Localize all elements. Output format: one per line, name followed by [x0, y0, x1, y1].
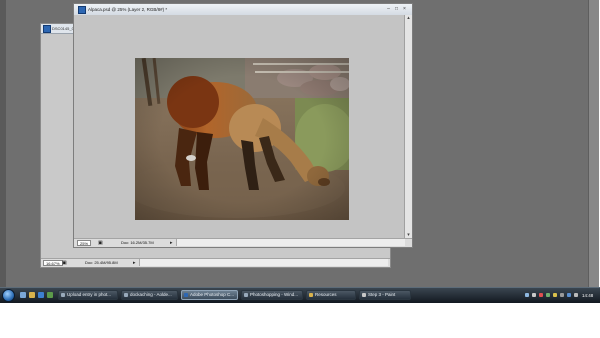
network-icon[interactable] — [525, 293, 529, 297]
document-info-icon[interactable]: ▣ — [98, 240, 103, 246]
taskbar-item-label: Step 3 - Paint — [368, 292, 396, 297]
minimize-button[interactable]: – — [385, 6, 392, 12]
tray-app-icon[interactable] — [560, 293, 564, 297]
taskbar-item-resources[interactable]: Resources — [306, 290, 356, 300]
window-icon — [124, 293, 128, 297]
zoom-field[interactable]: 25% — [77, 240, 92, 246]
alpaca-document-statusbar: 25% ▣ Doc: 16.2M/35.7M ▸ — [74, 238, 412, 247]
taskbar-item-label: Photoshopping - Wind... — [250, 292, 299, 297]
taskbar-clock[interactable]: 14:48 — [582, 288, 593, 303]
tray-app-icon[interactable] — [546, 293, 550, 297]
tray-app-icon[interactable] — [553, 293, 557, 297]
taskbar-item-photoshop[interactable]: Adobe Photoshop C... — [181, 290, 238, 300]
photoshop-document-icon — [43, 25, 51, 33]
explorer-icon[interactable] — [29, 292, 35, 298]
photoshop-icon — [184, 293, 188, 297]
document-info-icon[interactable]: ▣ — [62, 260, 67, 266]
media-icon[interactable] — [47, 292, 53, 298]
maximize-button[interactable]: □ — [393, 6, 400, 12]
background-horizontal-scrollbar[interactable] — [139, 259, 388, 266]
alpaca-photo-image — [135, 58, 349, 220]
taskbar-item-dockaching[interactable]: dockaching - Aolde... — [121, 290, 178, 300]
close-button[interactable]: × — [401, 6, 408, 12]
doc-info: Doc: 16.2M/35.7M — [121, 240, 154, 245]
status-menu-arrow-icon[interactable]: ▸ — [170, 240, 173, 246]
paint-icon — [362, 293, 366, 297]
taskbar-item-label: Upload entry in phot... — [67, 292, 112, 297]
tray-app-icon[interactable] — [567, 293, 571, 297]
horizontal-scrollbar[interactable] — [176, 239, 405, 246]
vertical-scrollbar[interactable]: ▴ ▾ — [404, 15, 412, 239]
taskbar-item-paint[interactable]: Step 3 - Paint — [359, 290, 411, 300]
taskbar-item-label: Adobe Photoshop C... — [190, 292, 235, 297]
taskbar-item-upload-entry[interactable]: Upload entry in phot... — [58, 290, 118, 300]
volume-icon[interactable] — [532, 293, 536, 297]
security-icon[interactable] — [539, 293, 543, 297]
background-doc-info: Doc: 25.4M/95.8M — [85, 260, 118, 265]
workspace-left-edge — [0, 0, 6, 287]
taskbar-item-label: dockaching - Aolde... — [130, 292, 172, 297]
alpaca-photo[interactable] — [135, 58, 349, 220]
show-desktop-icon[interactable] — [20, 292, 26, 298]
scroll-up-icon[interactable]: ▴ — [405, 15, 412, 22]
folder-icon — [244, 293, 248, 297]
taskbar-item-label: Resources — [315, 292, 337, 297]
photoshop-document-icon — [78, 6, 86, 14]
alpaca-document-title: Alpaca.psd @ 25% (Layer 2, RGB/8#) * — [88, 7, 168, 12]
alpaca-document-window[interactable]: Alpaca.psd @ 25% (Layer 2, RGB/8#) * – □… — [73, 3, 413, 248]
tray-app-icon[interactable] — [574, 293, 578, 297]
firefox-icon — [61, 293, 65, 297]
browser-icon[interactable] — [38, 292, 44, 298]
status-menu-arrow-icon[interactable]: ▸ — [133, 260, 136, 266]
background-document-statusbar: 16.67% ▣ Doc: 25.4M/95.8M ▸ — [41, 258, 390, 267]
canvas-area[interactable] — [74, 15, 404, 239]
taskbar-item-photoshopping[interactable]: Photoshopping - Wind... — [241, 290, 303, 300]
background-zoom-field[interactable]: 16.67% — [43, 260, 63, 266]
folder-icon — [309, 293, 313, 297]
start-button[interactable] — [2, 289, 15, 302]
windows-taskbar: Upload entry in phot... dockaching - Aol… — [0, 287, 600, 303]
panel-dock-strip[interactable] — [588, 0, 599, 287]
